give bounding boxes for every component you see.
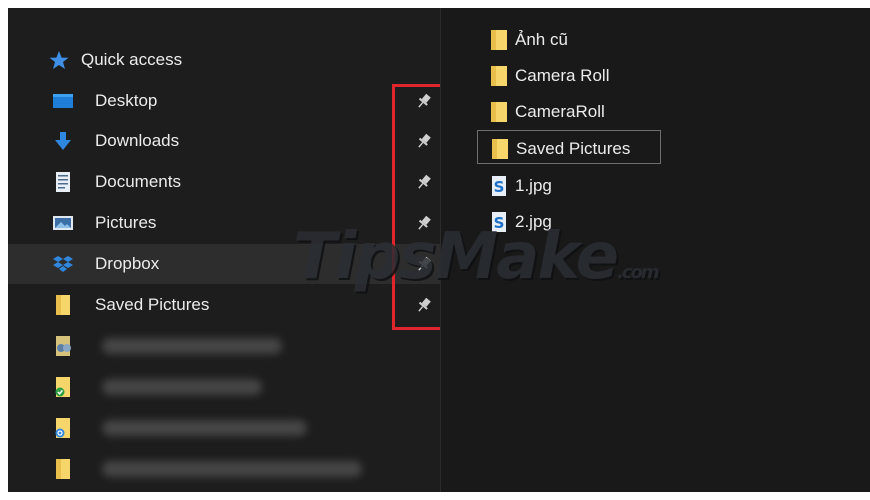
sidebar-item-label: Dropbox	[95, 254, 160, 273]
file-name: Ảnh cũ	[515, 30, 568, 49]
sync-folder-icon	[55, 418, 70, 438]
navigation-pane[interactable]: Quick access Desktop Downloads Documents…	[8, 8, 456, 492]
documents-icon	[56, 172, 70, 192]
file-name: 1.jpg	[515, 176, 552, 195]
file-list[interactable]: Ảnh cũ Camera Roll CameraRoll Saved Pict…	[441, 8, 870, 492]
sidebar-item-blurred[interactable]	[8, 449, 440, 489]
sidebar-item-pictures[interactable]: Pictures	[8, 203, 440, 243]
pictures-icon	[53, 216, 73, 230]
sidebar-item-label: Downloads	[95, 131, 180, 150]
file-name: 2.jpg	[515, 212, 552, 231]
folder-icon	[491, 102, 507, 122]
svg-text:S: S	[494, 214, 505, 232]
sidebar-item-label: Pictures	[95, 213, 157, 232]
synced-folder-icon	[55, 377, 70, 397]
dropbox-icon	[53, 256, 73, 272]
folder-icon	[56, 295, 70, 315]
list-item[interactable]: S 2.jpg	[477, 204, 647, 238]
file-name: CameraRoll	[515, 102, 605, 121]
sidebar-item-quick-access[interactable]: Quick access	[8, 40, 440, 80]
folder-icon	[56, 459, 70, 479]
file-explorer-window: Quick access Desktop Downloads Documents…	[8, 8, 870, 492]
desktop-icon	[53, 94, 73, 108]
list-item[interactable]: Ảnh cũ	[477, 22, 647, 56]
sidebar-item-documents[interactable]: Documents	[8, 162, 440, 202]
file-name: Saved Pictures	[516, 139, 631, 158]
list-item[interactable]: CameraRoll	[477, 94, 647, 128]
svg-text:S: S	[494, 178, 505, 196]
sidebar-item-label: Desktop	[95, 91, 158, 110]
sidebar-item-desktop[interactable]: Desktop	[8, 81, 440, 121]
sidebar-item-label: Documents	[95, 172, 181, 191]
sidebar-item-downloads[interactable]: Downloads	[8, 121, 440, 161]
sidebar-item-blurred[interactable]	[8, 408, 440, 448]
sidebar-item-label: Quick access	[81, 50, 183, 69]
list-item[interactable]: S 1.jpg	[477, 168, 647, 202]
sidebar-item-saved-pictures[interactable]: Saved Pictures	[8, 285, 440, 325]
file-name: Camera Roll	[515, 66, 610, 85]
sidebar-item-blurred[interactable]	[8, 367, 440, 407]
sidebar-item-label: Saved Pictures	[95, 295, 210, 314]
image-file-icon: S	[492, 212, 506, 232]
star-icon	[49, 51, 69, 69]
folder-icon	[492, 139, 508, 159]
list-item[interactable]: Camera Roll	[477, 58, 647, 92]
network-folder-icon	[56, 336, 71, 356]
blurred-label	[102, 420, 307, 436]
folder-icon	[491, 66, 507, 86]
blurred-label	[102, 461, 362, 477]
blurred-label	[102, 338, 282, 354]
download-arrow-icon	[55, 132, 71, 150]
sidebar-item-dropbox[interactable]: Dropbox	[8, 244, 440, 284]
sidebar-item-blurred[interactable]	[8, 326, 440, 366]
list-item-selected[interactable]: Saved Pictures	[477, 130, 661, 164]
image-file-icon: S	[492, 176, 506, 196]
blurred-label	[102, 379, 262, 395]
folder-icon	[491, 30, 507, 50]
